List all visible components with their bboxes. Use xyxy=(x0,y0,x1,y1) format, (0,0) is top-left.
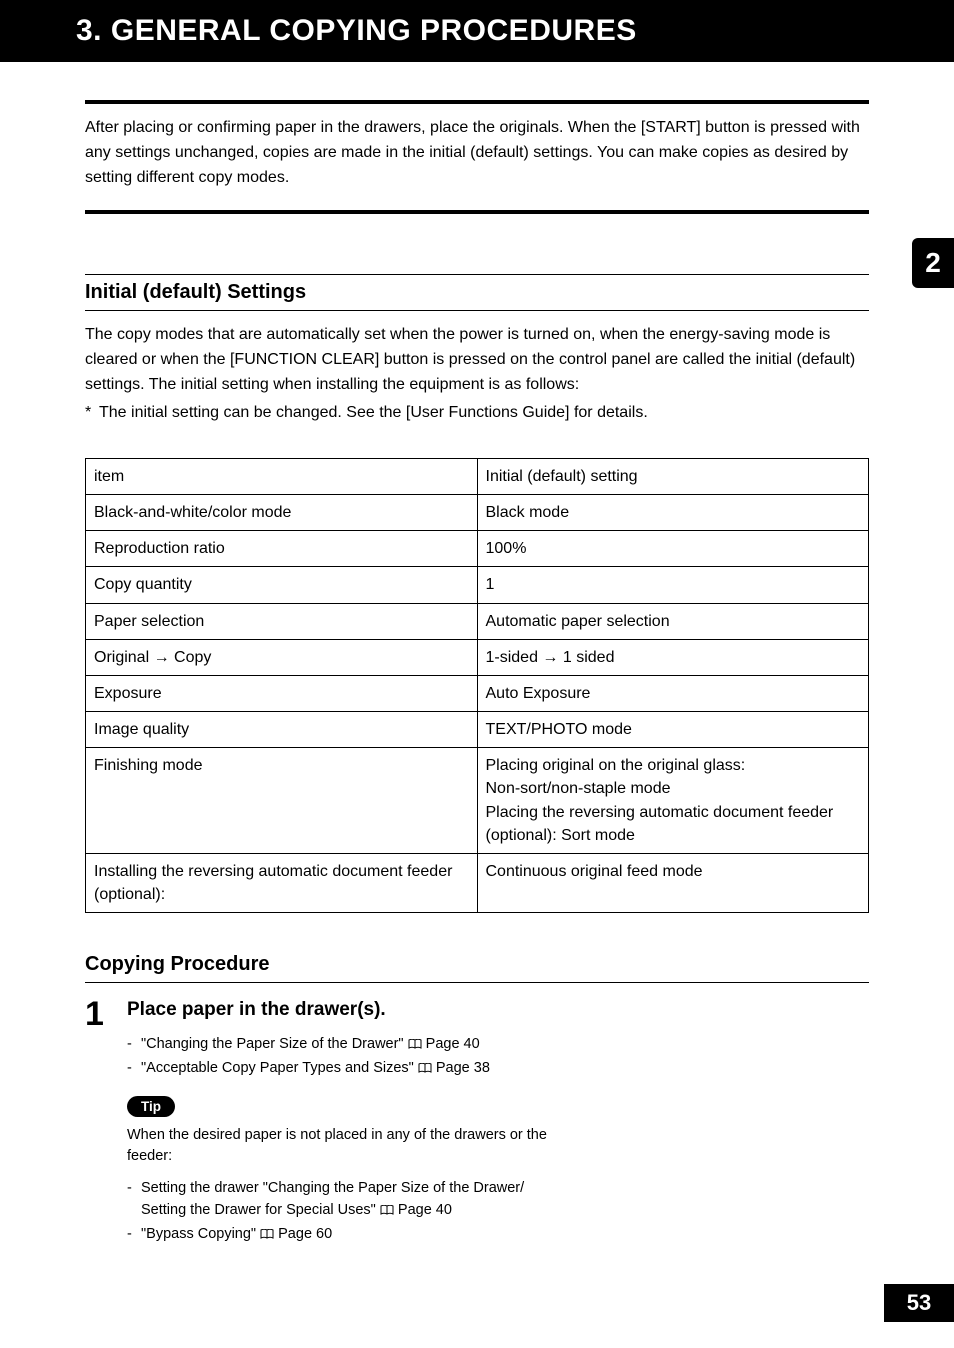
section-heading-initial-settings: Initial (default) Settings xyxy=(85,274,869,311)
reference-page: Page 40 xyxy=(398,1202,452,1218)
reference-text: "Bypass Copying" xyxy=(141,1226,256,1242)
page-number: 53 xyxy=(907,1290,931,1316)
asterisk-marker: * xyxy=(85,404,99,422)
page-number-tab: 53 xyxy=(884,1284,954,1322)
book-icon xyxy=(260,1226,274,1248)
table-cell-setting: Placing original on the original glass: … xyxy=(477,748,869,854)
tip-reference-list: Setting the drawer "Changing the Paper S… xyxy=(127,1178,869,1247)
table-cell-item: Original → Copy xyxy=(86,639,478,675)
tip-label: Tip xyxy=(141,1099,161,1114)
table-cell-setting: Automatic paper selection xyxy=(477,603,869,639)
table-row: Original → Copy1-sided → 1 sided xyxy=(86,639,869,675)
table-row: Installing the reversing automatic docum… xyxy=(86,854,869,913)
section-heading-copying-procedure: Copying Procedure xyxy=(85,953,869,983)
book-icon xyxy=(380,1202,394,1224)
reference-text: "Acceptable Copy Paper Types and Sizes" xyxy=(141,1060,414,1076)
table-cell-item: Finishing mode xyxy=(86,748,478,854)
initial-settings-table: item Initial (default) setting Black-and… xyxy=(85,458,869,914)
reference-page: Page 40 xyxy=(426,1036,480,1052)
tip-body-text: When the desired paper is not placed in … xyxy=(127,1125,587,1169)
footnote-text: The initial setting can be changed. See … xyxy=(99,404,648,421)
chapter-number-tab: 2 xyxy=(912,238,954,288)
intro-paragraph: After placing or confirming paper in the… xyxy=(85,116,869,190)
divider-rule xyxy=(85,100,869,104)
table-cell-item: Exposure xyxy=(86,675,478,711)
chapter-title: 3. GENERAL COPYING PROCEDURES xyxy=(76,14,637,47)
reference-page: Page 60 xyxy=(278,1226,332,1242)
table-row: Reproduction ratio100% xyxy=(86,531,869,567)
reference-text: "Changing the Paper Size of the Drawer" xyxy=(141,1036,404,1052)
table-header-item: item xyxy=(86,458,478,494)
table-cell-item: Installing the reversing automatic docum… xyxy=(86,854,478,913)
table-cell-setting: Black mode xyxy=(477,494,869,530)
table-row: Copy quantity1 xyxy=(86,567,869,603)
reference-page: Page 38 xyxy=(436,1060,490,1076)
chapter-header: 3. GENERAL COPYING PROCEDURES xyxy=(0,0,954,62)
table-row: ExposureAuto Exposure xyxy=(86,675,869,711)
table-cell-item: Image quality xyxy=(86,712,478,748)
step-1: 1 Place paper in the drawer(s). "Changin… xyxy=(85,997,869,1247)
table-cell-item: Reproduction ratio xyxy=(86,531,478,567)
reference-item: "Acceptable Copy Paper Types and Sizes" … xyxy=(127,1058,869,1082)
table-cell-setting: Continuous original feed mode xyxy=(477,854,869,913)
table-header-row: item Initial (default) setting xyxy=(86,458,869,494)
chapter-number: 2 xyxy=(925,247,941,279)
reference-item: "Bypass Copying" Page 60 xyxy=(127,1224,869,1248)
step-number: 1 xyxy=(85,997,127,1247)
section1-body: The copy modes that are automatically se… xyxy=(85,323,869,397)
table-header-setting: Initial (default) setting xyxy=(477,458,869,494)
tip-badge: Tip xyxy=(127,1096,175,1117)
table-cell-item: Copy quantity xyxy=(86,567,478,603)
reference-item: "Changing the Paper Size of the Drawer" … xyxy=(127,1034,869,1058)
table-row: Black-and-white/color modeBlack mode xyxy=(86,494,869,530)
divider-rule xyxy=(85,210,869,214)
table-row: Image qualityTEXT/PHOTO mode xyxy=(86,712,869,748)
reference-text: Setting the drawer "Changing the Paper S… xyxy=(141,1180,524,1218)
table-cell-setting: 1-sided → 1 sided xyxy=(477,639,869,675)
table-cell-item: Paper selection xyxy=(86,603,478,639)
book-icon xyxy=(408,1036,422,1058)
table-cell-setting: 100% xyxy=(477,531,869,567)
step-title: Place paper in the drawer(s). xyxy=(127,997,869,1024)
table-cell-setting: 1 xyxy=(477,567,869,603)
table-cell-setting: TEXT/PHOTO mode xyxy=(477,712,869,748)
table-row: Finishing modePlacing original on the or… xyxy=(86,748,869,854)
section1-footnote: *The initial setting can be changed. See… xyxy=(85,404,869,422)
reference-list: "Changing the Paper Size of the Drawer" … xyxy=(127,1034,869,1082)
reference-item: Setting the drawer "Changing the Paper S… xyxy=(127,1178,869,1224)
table-cell-setting: Auto Exposure xyxy=(477,675,869,711)
book-icon xyxy=(418,1060,432,1082)
table-row: Paper selectionAutomatic paper selection xyxy=(86,603,869,639)
table-cell-item: Black-and-white/color mode xyxy=(86,494,478,530)
